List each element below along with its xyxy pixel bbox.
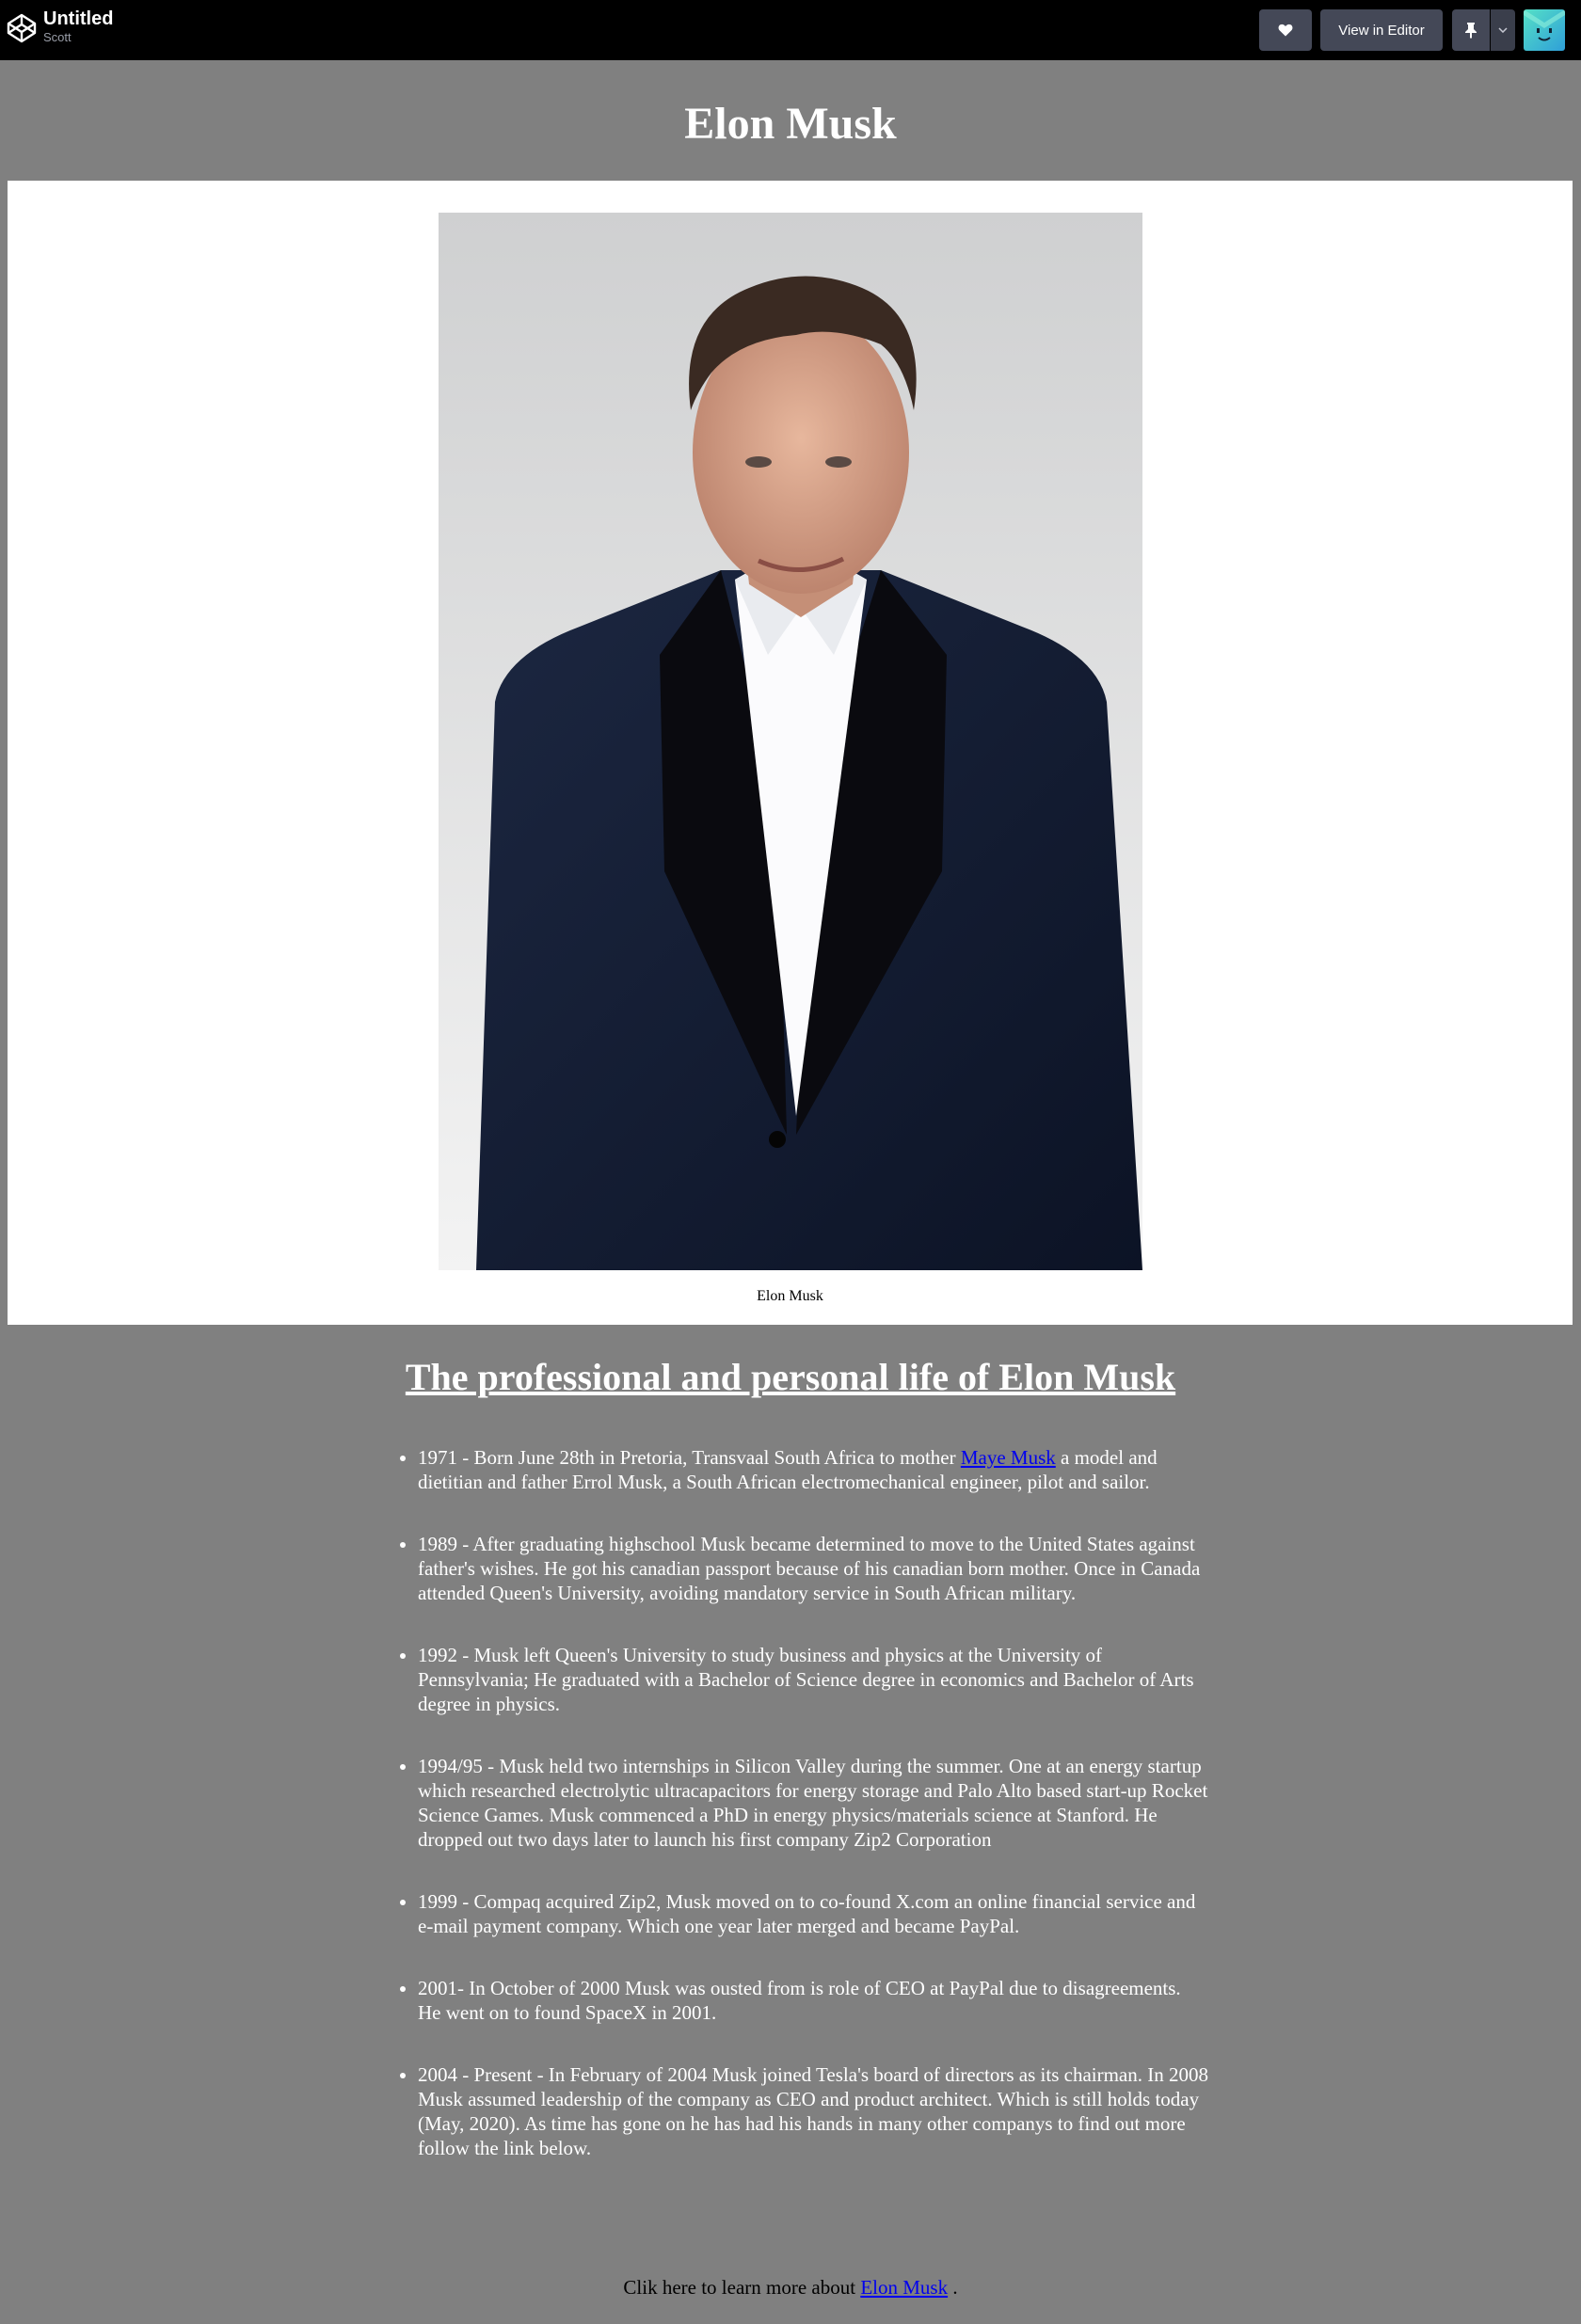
learn-more-suffix: . [948,2276,958,2299]
timeline-item: 1992 - Musk left Queen's University to s… [418,1643,1208,1716]
codepen-logo-icon[interactable] [6,12,38,44]
portrait-figure: Elon Musk [8,181,1573,1325]
elon-musk-link[interactable]: Elon Musk [860,2276,948,2299]
timeline-item: 2004 - Present - In February of 2004 Mus… [418,2062,1208,2160]
pin-options-button[interactable] [1491,9,1515,51]
timeline-item: 1994/95 - Musk held two internships in S… [418,1754,1208,1852]
section-heading: The professional and personal life of El… [405,1356,1176,1398]
timeline-item: 1971 - Born June 28th in Pretoria, Trans… [418,1445,1208,1494]
heart-icon [1278,24,1293,37]
view-in-editor-button[interactable]: View in Editor [1320,9,1443,51]
learn-more-text: Clik here to learn more about [623,2276,861,2299]
pin-button[interactable] [1452,9,1490,51]
top-bar: Untitled Scott View in Editor [0,0,1581,60]
maye-musk-link[interactable]: Maye Musk [961,1446,1056,1469]
learn-more-line: Clik here to learn more about Elon Musk … [0,2275,1581,2300]
timeline-text: 1971 - Born June 28th in Pretoria, Trans… [418,1446,961,1469]
page-title: Elon Musk [684,99,897,149]
portrait-photo [439,213,1142,1270]
love-button[interactable] [1259,9,1312,51]
pin-icon [1465,23,1477,39]
chevron-down-icon [1498,27,1508,33]
timeline-item: 1999 - Compaq acquired Zip2, Musk moved … [418,1889,1208,1938]
timeline-item: 1989 - After graduating highschool Musk … [418,1532,1208,1605]
timeline-item: 2001- In October of 2000 Musk was ousted… [418,1976,1208,2025]
pen-title-block: Untitled Scott [43,8,113,45]
pen-title[interactable]: Untitled [43,8,113,30]
avatar-face-icon [1524,9,1565,51]
timeline-list: 1971 - Born June 28th in Pretoria, Trans… [376,1445,1208,2198]
user-avatar[interactable] [1524,9,1565,51]
pen-author[interactable]: Scott [43,30,113,45]
figure-caption: Elon Musk [757,1288,823,1304]
